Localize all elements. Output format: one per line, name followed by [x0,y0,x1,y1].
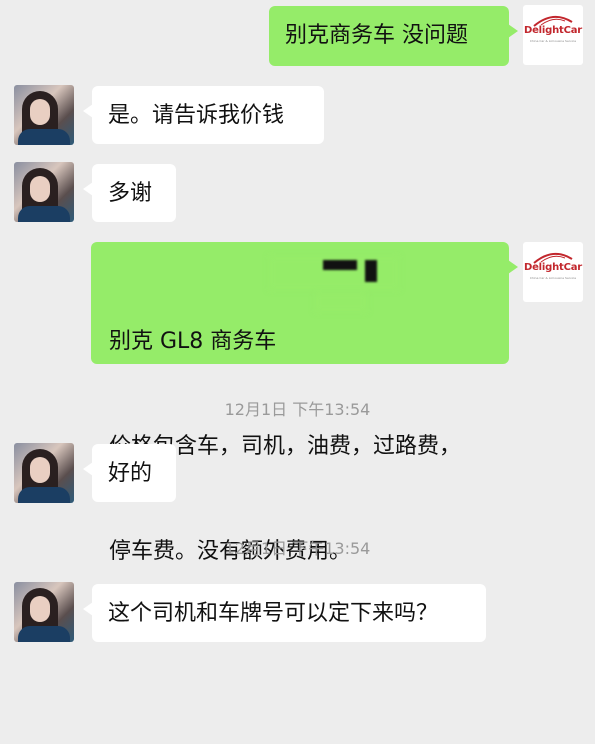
brand-logo-text: DelightCar [523,25,582,36]
redaction-mark [323,260,357,270]
avatar-delightcar[interactable]: DelightCar China Car & Limousine Service [523,242,583,302]
brand-tagline: China Car & Limousine Service [529,276,577,280]
brand-logo-text: DelightCar [523,262,582,273]
message-bubble-received[interactable]: 这个司机和车牌号可以定下来吗？ [83,584,486,642]
message-line: 别克 GL8 商务车 [109,329,277,354]
brand-tagline: China Car & Limousine Service [529,39,577,43]
redaction-blur [315,292,367,312]
avatar-contact[interactable] [14,443,74,503]
message-timestamp: 12月1日 下午13:54 [224,400,371,419]
message-bubble-sent[interactable]: 别克 GL8 商务车 价格包含车，司机，油费，过路费， 停车费。没有额外费用。 [91,242,518,564]
avatar-contact[interactable] [14,162,74,222]
avatar-contact[interactable] [14,582,74,642]
avatar-delightcar[interactable]: DelightCar China Car & Limousine Service [523,5,583,65]
message-bubble-received[interactable]: 好的 [83,444,176,502]
avatar-contact[interactable] [14,85,74,145]
redaction-mark [365,260,377,282]
message-bubble-received[interactable]: 是。请告诉我价钱 [83,86,324,144]
message-bubble-sent[interactable]: 别克商务车 没问题 [269,6,518,66]
message-bubble-received[interactable]: 多谢 [83,164,176,222]
message-timestamp: 12月1日 下午13:54 [224,539,371,558]
